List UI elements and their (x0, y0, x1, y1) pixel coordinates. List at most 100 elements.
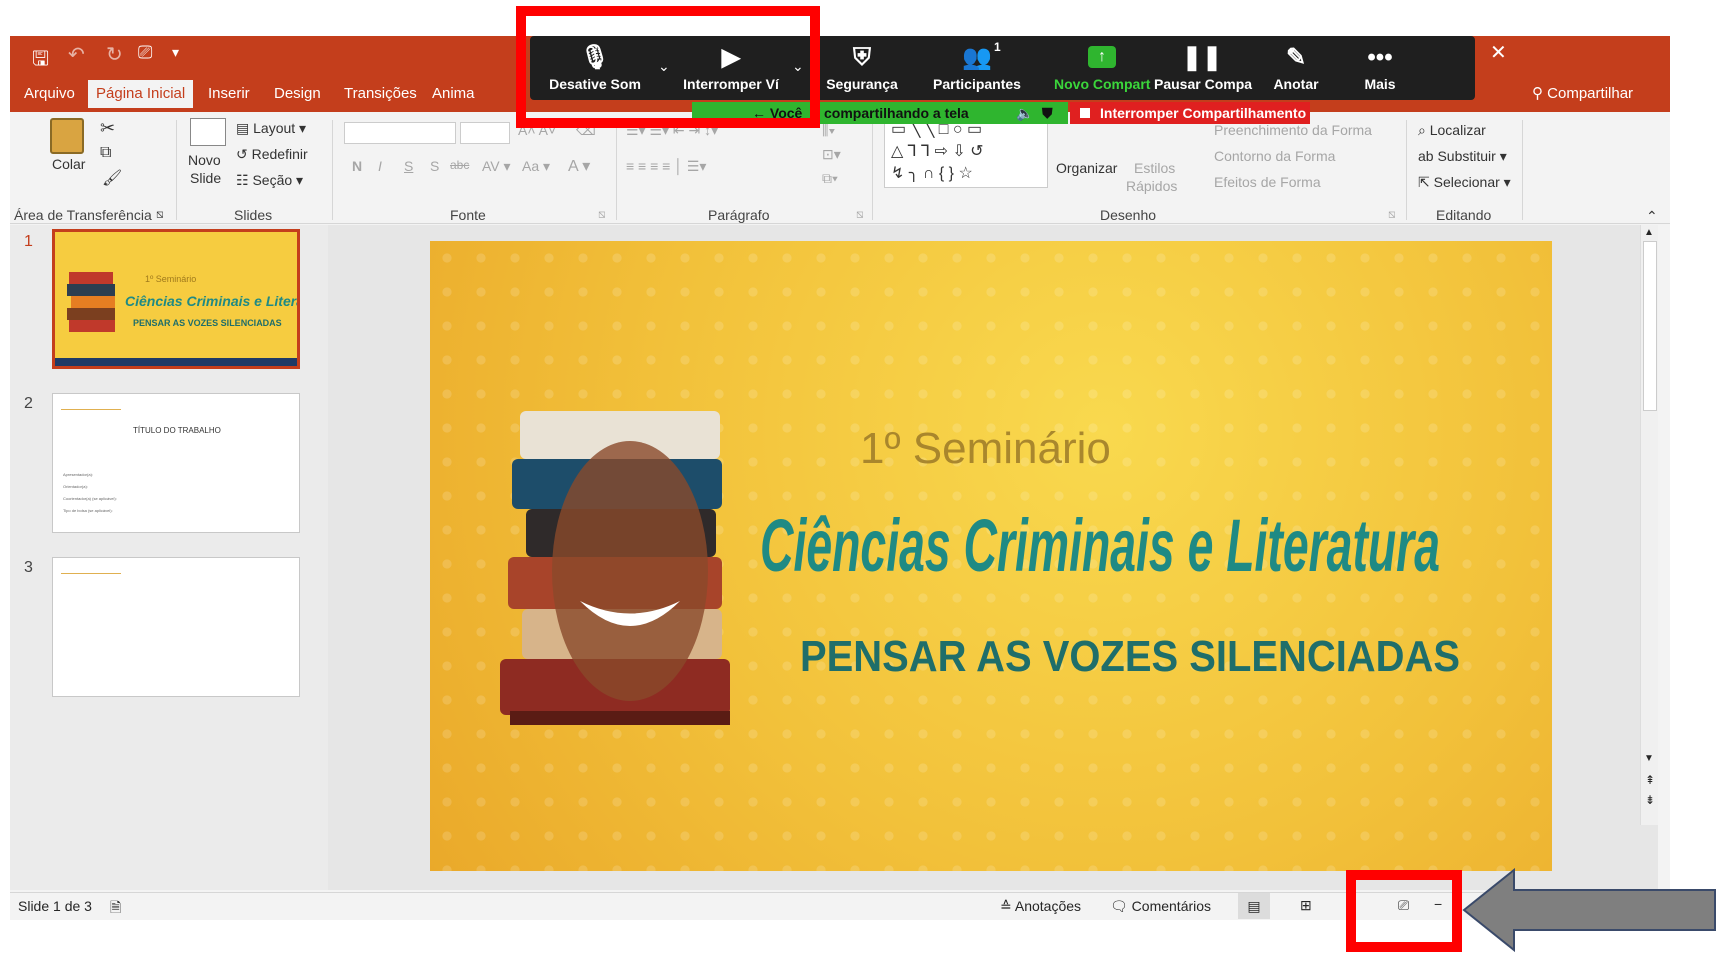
separator (332, 120, 333, 220)
cut-icon[interactable]: ✂ (100, 118, 115, 139)
prev-slide-icon[interactable]: ⇞ (1645, 773, 1655, 787)
thumbnail-pane: 1 1º Seminário Ciências Criminais e Lite… (10, 225, 328, 890)
underline-button[interactable]: S (404, 158, 413, 174)
scroll-down-icon[interactable]: ▼ (1644, 753, 1654, 764)
smartart-icon[interactable]: ⧉▾ (822, 170, 838, 187)
thumb-1-subtitle: PENSAR AS VOZES SILENCIADAS (133, 318, 282, 328)
find-button[interactable]: ⌕ Localizar (1418, 122, 1486, 139)
close-icon[interactable]: ✕ (1490, 40, 1507, 65)
new-slide-label-2[interactable]: Slide (190, 170, 221, 186)
char-spacing-icon[interactable]: AV ▾ (482, 158, 511, 175)
paste-icon[interactable] (50, 118, 84, 154)
select-button[interactable]: ⇱ Selecionar ▾ (1418, 174, 1511, 191)
separator (176, 120, 177, 220)
customize-qat-icon[interactable]: ▾ (172, 44, 179, 61)
thumbnail-slide-3[interactable] (52, 557, 300, 697)
separator (616, 120, 617, 220)
shadow-button[interactable]: S (430, 158, 439, 174)
format-painter-icon[interactable]: 🖌 (102, 168, 122, 188)
paste-button[interactable]: Colar (52, 156, 85, 172)
comments-button[interactable]: 🗨 Comentários (1110, 898, 1211, 915)
thumb-2-line: Coorientador(a) (se aplicável): (63, 496, 117, 501)
accessibility-icon[interactable]: 🗎 (110, 897, 121, 921)
tab-pagina-inicial[interactable]: Página Inicial (88, 80, 194, 108)
redo-icon[interactable]: ↻ (106, 42, 123, 67)
quick-styles-label-2[interactable]: Rápidos (1126, 178, 1177, 194)
save-icon[interactable]: 🖫 (32, 44, 49, 78)
normal-view-icon[interactable]: ▤ (1238, 893, 1270, 919)
font-name-dropdown[interactable] (344, 122, 456, 144)
notes-button[interactable]: ≙ Anotações (1000, 898, 1081, 915)
person-icon: ⚲ (1532, 85, 1543, 102)
tab-transicoes[interactable]: Transições (336, 84, 425, 112)
drawing-group-label: Desenho (1100, 207, 1157, 223)
tab-design[interactable]: Design (266, 84, 329, 112)
stop-share-button[interactable]: Interromper Compartilhamento (1070, 102, 1310, 124)
new-slide-label-1[interactable]: Novo (188, 152, 221, 168)
collapse-ribbon-icon[interactable]: ⌃ (1646, 208, 1658, 225)
next-slide-icon[interactable]: ⇟ (1645, 793, 1655, 807)
reset-button[interactable]: ↺ Redefinir (236, 146, 308, 163)
font-size-dropdown[interactable] (460, 122, 510, 144)
new-share-button[interactable]: ↑ Novo Compart (1054, 36, 1150, 100)
start-presentation-icon[interactable]: ⎚ (138, 42, 152, 63)
speaker-icon: 🔈 (1016, 105, 1034, 121)
more-button[interactable]: ••• Mais (1342, 36, 1418, 100)
bold-button[interactable]: N (352, 158, 362, 174)
section-icon: ☷ (236, 172, 253, 188)
thumb-2-line: Tipo de bolsa (se aplicável): (63, 508, 113, 513)
tab-animacoes[interactable]: Anima (424, 84, 483, 112)
book-stack-illustration (500, 411, 730, 725)
pause-share-button[interactable]: ❚❚ Pausar Compa (1154, 36, 1252, 100)
undo-icon[interactable]: ↶ (68, 42, 85, 67)
thumbnail-slide-1[interactable]: 1º Seminário Ciências Criminais e Litera… (52, 229, 300, 369)
paragraph-launcher-icon[interactable]: ⧅ (856, 207, 864, 222)
shape-effects-button[interactable]: Efeitos de Forma (1214, 174, 1321, 190)
text-direction-icon[interactable]: ⫼▾ (822, 122, 835, 139)
font-launcher-icon[interactable]: ⧅ (598, 207, 606, 222)
shape-fill-button[interactable]: Preenchimento da Forma (1214, 122, 1372, 138)
shapes-gallery[interactable]: ▭ ╲ ╲ □ ○ ▭ △ ⅂ ⅂ ⇨ ⇩ ↺ ↯ ╮ ∩ { } ☆ (884, 118, 1048, 188)
clipboard-launcher-icon[interactable]: ⧅ (156, 207, 164, 222)
slide-sorter-icon[interactable]: ⊞ (1300, 897, 1312, 914)
notes-icon: ≙ (1000, 898, 1015, 914)
strikethrough-button[interactable]: abc (450, 158, 469, 172)
thumbnail-slide-2[interactable]: TÍTULO DO TRABALHO Apresentador(a): Orie… (52, 393, 300, 533)
align-text-icon[interactable]: ⊡▾ (822, 146, 841, 163)
scroll-thumb[interactable] (1643, 241, 1657, 411)
tab-inserir[interactable]: Inserir (200, 84, 258, 112)
pause-icon: ❚❚ (1181, 44, 1223, 71)
reset-icon: ↺ (236, 146, 252, 162)
new-slide-icon[interactable] (190, 118, 226, 146)
copy-icon[interactable]: ⧉ (100, 144, 111, 162)
thumb-1-title: Ciências Criminais e Literatura (125, 293, 297, 309)
search-icon: ⌕ (1418, 122, 1430, 138)
section-button[interactable]: ☷ Seção ▾ (236, 172, 303, 189)
slide-counter: Slide 1 de 3 (18, 898, 92, 914)
tab-arquivo[interactable]: Arquivo (16, 84, 83, 112)
vertical-scrollbar[interactable]: ▲ ▼ ⇞ ⇟ (1640, 225, 1658, 825)
participants-button[interactable]: 👥 1 Participantes (922, 36, 1032, 100)
participants-icon: 👥 (962, 44, 992, 71)
arrange-button[interactable]: Organizar (1056, 160, 1117, 176)
shape-outline-button[interactable]: Contorno da Forma (1214, 148, 1335, 164)
replace-button[interactable]: ab Substituir ▾ (1418, 148, 1507, 165)
slide-canvas[interactable]: 1º Seminário Ciências Criminais e Litera… (430, 241, 1552, 871)
share-button[interactable]: ⚲ Compartilhar (1532, 84, 1633, 102)
scroll-up-icon[interactable]: ▲ (1644, 227, 1654, 238)
thumb-number: 1 (24, 233, 33, 250)
align-icons[interactable]: ≡ ≡ ≡ ≡ │ ☰▾ (626, 158, 706, 175)
separator (1522, 120, 1523, 220)
annotate-button[interactable]: ✎ Anotar (1256, 36, 1336, 100)
quick-styles-label-1[interactable]: Estilos (1134, 160, 1175, 176)
italic-button[interactable]: I (378, 158, 382, 174)
drawing-launcher-icon[interactable]: ⧅ (1388, 207, 1396, 222)
layout-button[interactable]: ▤ Layout ▾ (236, 120, 306, 137)
security-button[interactable]: ⛨ Segurança (812, 36, 912, 100)
replace-icon: ab (1418, 148, 1438, 164)
font-color-icon[interactable]: A ▾ (568, 156, 590, 176)
slides-group-label: Slides (234, 207, 273, 223)
stop-square-icon (1080, 108, 1090, 118)
more-dots-icon: ••• (1367, 44, 1393, 71)
change-case-icon[interactable]: Aa ▾ (522, 158, 550, 175)
